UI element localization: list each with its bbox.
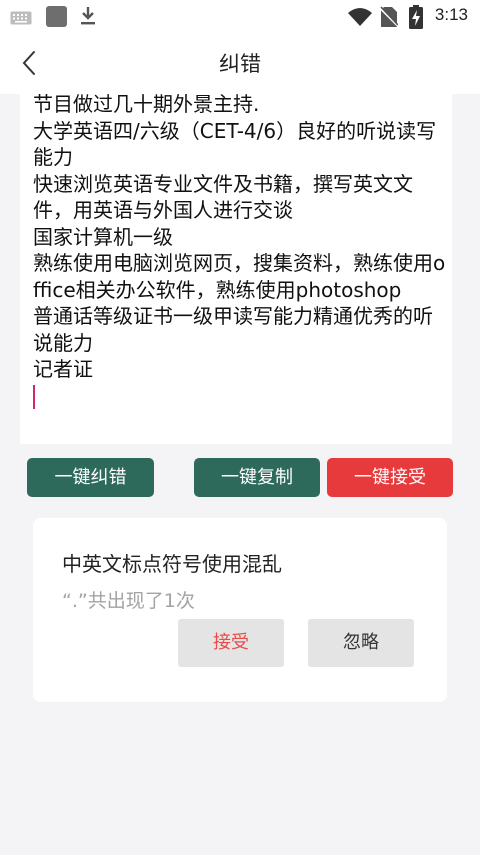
editor-line: 节目做过几十期外景主持. [33,94,260,116]
editor-line: 快速浏览英语专业文件及书籍，撰写英文文件，用英语与外国人进行交谈 [33,171,413,223]
accept-all-button[interactable]: 一键接受 [327,458,453,497]
editor-line: 国家计算机一级 [33,224,173,249]
keyboard-icon [10,11,32,25]
editor-line: 记者证 [33,357,93,381]
page-title: 纠错 [219,52,261,76]
text-caret [33,385,35,409]
correct-all-button[interactable]: 一键纠错 [27,458,154,497]
editor-line: 大学英语四/六级（CET-4/6）良好的听说读写能力 [33,118,437,170]
suggestion-title: 中英文标点符号使用混乱 [62,552,282,576]
suggestion-card: 中英文标点符号使用混乱 “.”共出现了1次 接受 忽略 [33,518,447,702]
no-sim-icon [380,6,398,27]
editor-line: 熟练使用电脑浏览网页，搜集资料，熟练使用office相关办公软件，熟练使用pho… [33,251,446,302]
download-icon [81,7,95,25]
wifi-icon [348,8,372,26]
accept-button[interactable]: 接受 [178,619,284,667]
ignore-button[interactable]: 忽略 [308,619,414,667]
status-time: 3:13 [434,5,468,24]
editor-line: 普通话等级证书一级甲读写能力精通优秀的听说能力 [33,304,433,355]
app-header: 纠错 [0,34,480,94]
battery-charging-icon [409,5,423,29]
suggestion-detail: “.”共出现了1次 [62,590,195,612]
app-icon [46,6,67,27]
copy-all-button[interactable]: 一键复制 [194,458,320,497]
text-editor[interactable]: 节目做过几十期外景主持. 大学英语四/六级（CET-4/6）良好的听说读写能力 快速… [20,94,452,444]
status-bar: 3:13 [0,0,480,34]
editor-content[interactable]: 节目做过几十期外景主持. 大学英语四/六级（CET-4/6）良好的听说读写能力 快速… [33,94,448,409]
